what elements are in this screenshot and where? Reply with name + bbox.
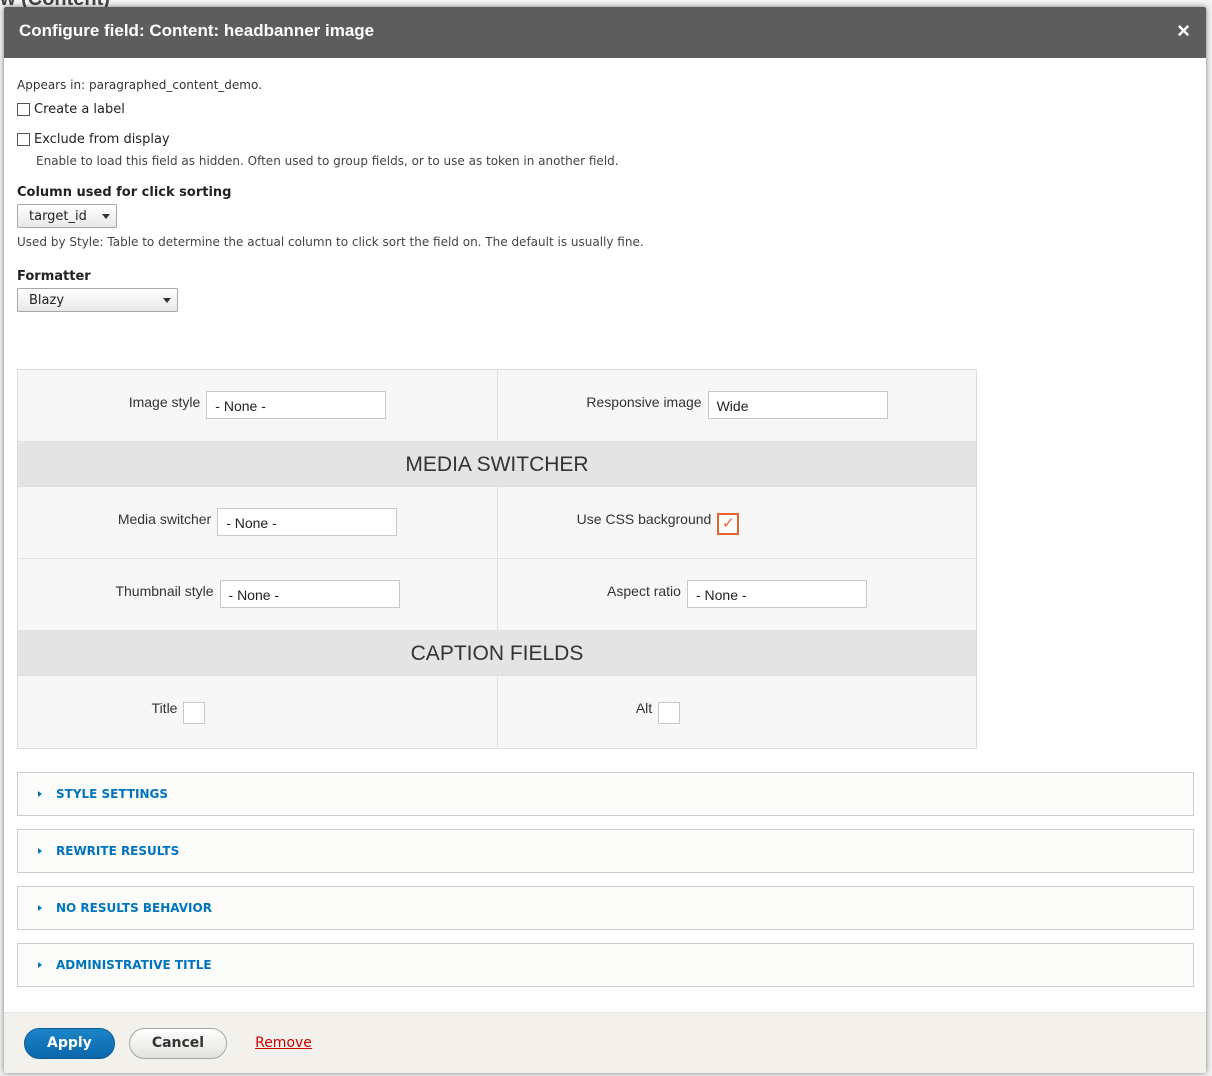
media-switcher-select[interactable]: - None -: [217, 507, 398, 536]
use-css-background-checkbox[interactable]: ✓: [717, 512, 740, 535]
exclude-display-description: Enable to load this field as hidden. Oft…: [36, 154, 619, 168]
click-sort-value: target_id: [29, 208, 87, 224]
media-switcher-label: Media switcher: [117, 510, 212, 527]
details-style-settings[interactable]: STYLE SETTINGS: [17, 772, 1194, 816]
media-switcher-heading: MEDIA SWITCHER: [18, 442, 976, 487]
dialog-content: Appears in: paragraphed_content_demo. Cr…: [4, 78, 1206, 749]
details-administrative-title[interactable]: ADMINISTRATIVE TITLE: [17, 943, 1194, 987]
cancel-button[interactable]: Cancel: [128, 1027, 228, 1059]
formatter-select[interactable]: Blazy: [17, 288, 178, 312]
caption-title-cell: Title: [18, 676, 497, 748]
aspect-ratio-select[interactable]: - None -: [686, 579, 867, 608]
blazy-row-thumbnail: Thumbnail style - None - Aspect ratio - …: [18, 559, 976, 631]
dialog-title: Configure field: Content: headbanner ima…: [19, 21, 375, 40]
use-css-background-label: Use CSS background: [576, 510, 712, 527]
caption-alt-checkbox[interactable]: [658, 702, 681, 724]
configure-field-dialog: Configure field: Content: headbanner ima…: [4, 7, 1206, 1073]
caption-alt-cell: Alt: [497, 676, 976, 748]
image-style-cell: Image style - None -: [18, 370, 497, 441]
image-style-select[interactable]: - None -: [206, 390, 387, 419]
caption-fields-heading: CAPTION FIELDS: [18, 631, 976, 676]
aspect-ratio-cell: Aspect ratio - None -: [497, 559, 976, 630]
caption-alt-label: Alt: [635, 700, 653, 716]
thumbnail-style-cell: Thumbnail style - None -: [18, 559, 497, 630]
apply-button[interactable]: Apply: [24, 1027, 115, 1059]
responsive-image-cell: Responsive image Wide: [497, 370, 976, 441]
details-label: ADMINISTRATIVE TITLE: [56, 958, 212, 972]
blazy-row-caption: Title Alt: [18, 676, 976, 748]
exclude-display-checkbox[interactable]: [17, 133, 30, 146]
caption-title-checkbox[interactable]: [183, 702, 206, 724]
chevron-down-icon: [102, 213, 110, 219]
media-switcher-cell: Media switcher - None -: [18, 487, 497, 558]
caret-right-icon: [38, 905, 42, 911]
appears-in-text: Appears in: paragraphed_content_demo.: [17, 78, 262, 92]
caret-right-icon: [38, 962, 42, 968]
create-label-text: Create a label: [34, 102, 125, 117]
details-label: STYLE SETTINGS: [56, 787, 169, 801]
details-label: REWRITE RESULTS: [56, 844, 180, 858]
details-rewrite-results[interactable]: REWRITE RESULTS: [17, 829, 1194, 873]
chevron-down-icon: [163, 297, 171, 303]
create-label-row: Create a label: [17, 102, 1193, 117]
caret-right-icon: [38, 791, 42, 797]
formatter-label: Formatter: [17, 269, 91, 284]
thumbnail-style-label: Thumbnail style: [115, 582, 214, 599]
use-css-background-cell: Use CSS background ✓: [497, 487, 976, 558]
thumbnail-style-select[interactable]: - None -: [219, 579, 400, 608]
image-style-label: Image style: [128, 393, 201, 410]
blazy-row-image: Image style - None - Responsive image Wi…: [18, 370, 976, 442]
remove-link[interactable]: Remove: [255, 1035, 312, 1051]
create-label-checkbox[interactable]: [17, 103, 30, 116]
caption-title-label: Title: [151, 700, 178, 716]
click-sort-help: Used by Style: Table to determine the ac…: [17, 235, 644, 249]
close-icon[interactable]: ×: [1177, 7, 1190, 55]
aspect-ratio-label: Aspect ratio: [607, 582, 681, 599]
exclude-display-row: Exclude from display: [17, 132, 1193, 147]
caret-right-icon: [38, 848, 42, 854]
responsive-image-select[interactable]: Wide: [707, 390, 888, 419]
blazy-row-media: Media switcher - None - Use CSS backgrou…: [18, 487, 976, 559]
dialog-footer: Apply Cancel Remove: [4, 1012, 1206, 1073]
click-sort-select[interactable]: target_id: [17, 204, 117, 228]
details-label: NO RESULTS BEHAVIOR: [56, 901, 212, 915]
exclude-display-text: Exclude from display: [34, 132, 170, 147]
formatter-value: Blazy: [29, 292, 65, 308]
click-sort-label: Column used for click sorting: [17, 185, 232, 200]
dialog-titlebar: Configure field: Content: headbanner ima…: [4, 7, 1206, 58]
responsive-image-label: Responsive image: [586, 393, 702, 410]
blazy-settings-grid: Image style - None - Responsive image Wi…: [17, 369, 977, 749]
details-no-results-behavior[interactable]: NO RESULTS BEHAVIOR: [17, 886, 1194, 930]
